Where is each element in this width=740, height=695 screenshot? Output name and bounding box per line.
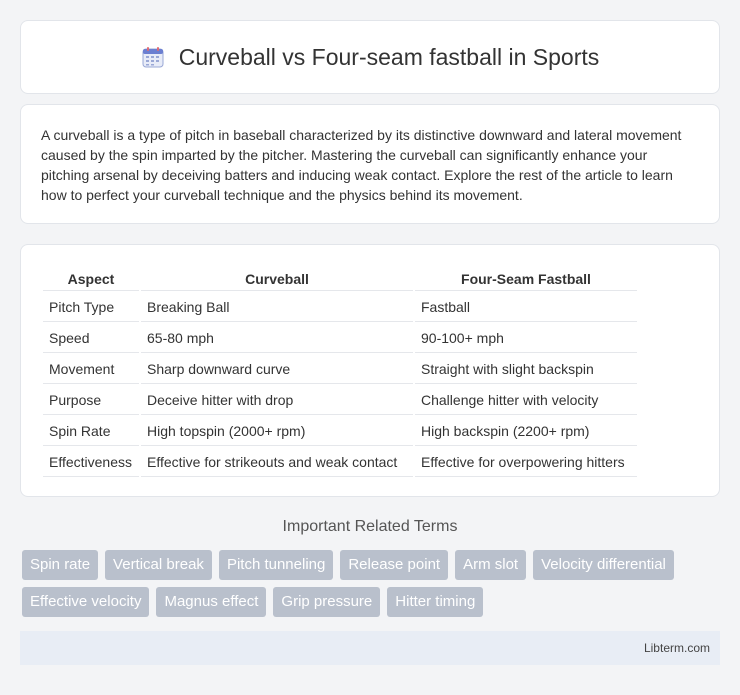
column-header: Curveball: [141, 267, 413, 291]
term-tag[interactable]: Velocity differential: [533, 550, 674, 580]
term-tag[interactable]: Arm slot: [455, 550, 527, 580]
table-row: Pitch Type Breaking Ball Fastball: [43, 293, 637, 322]
intro-text: A curveball is a type of pitch in baseba…: [41, 127, 682, 203]
term-tag[interactable]: Hitter timing: [387, 587, 484, 617]
term-tag[interactable]: Spin rate: [22, 550, 99, 580]
table-cell: Speed: [43, 324, 139, 353]
table-cell: Effective for overpowering hitters: [415, 448, 637, 477]
table-cell: Movement: [43, 355, 139, 384]
table-row: Movement Sharp downward curve Straight w…: [43, 355, 637, 384]
term-tag[interactable]: Effective velocity: [22, 587, 150, 617]
table-row: Spin Rate High topspin (2000+ rpm) High …: [43, 417, 637, 446]
table-cell: Fastball: [415, 293, 637, 322]
table-cell: Sharp downward curve: [141, 355, 413, 384]
table-cell: High backspin (2200+ rpm): [415, 417, 637, 446]
table-row: Effectiveness Effective for strikeouts a…: [43, 448, 637, 477]
term-tag[interactable]: Pitch tunneling: [218, 550, 334, 580]
table-cell: High topspin (2000+ rpm): [141, 417, 413, 446]
table-cell: Challenge hitter with velocity: [415, 386, 637, 415]
comparison-table-card: Aspect Curveball Four-Seam Fastball Pitc…: [20, 244, 720, 497]
calendar-icon: [141, 45, 165, 69]
footer-site-link[interactable]: Libterm.com: [644, 641, 710, 655]
footer: Libterm.com: [20, 631, 720, 665]
table-cell: Straight with slight backspin: [415, 355, 637, 384]
related-terms-title: Important Related Terms: [282, 518, 458, 535]
table-cell: Purpose: [43, 386, 139, 415]
table-row: Speed 65-80 mph 90-100+ mph: [43, 324, 637, 353]
term-tag[interactable]: Grip pressure: [273, 587, 381, 617]
comparison-table: Aspect Curveball Four-Seam Fastball Pitc…: [41, 265, 639, 479]
table-cell: Pitch Type: [43, 293, 139, 322]
term-tag[interactable]: Magnus effect: [156, 587, 267, 617]
related-terms-list: Spin rate Vertical break Pitch tunneling…: [22, 550, 722, 617]
page-title: Curveball vs Four-seam fastball in Sport…: [178, 43, 600, 70]
table-cell: 90-100+ mph: [415, 324, 637, 353]
table-cell: 65-80 mph: [141, 324, 413, 353]
column-header: Aspect: [43, 267, 139, 291]
intro-card: A curveball is a type of pitch in baseba…: [20, 104, 720, 224]
column-header: Four-Seam Fastball: [415, 267, 637, 291]
table-row: Purpose Deceive hitter with drop Challen…: [43, 386, 637, 415]
table-header-row: Aspect Curveball Four-Seam Fastball: [43, 267, 637, 291]
term-tag[interactable]: Vertical break: [105, 550, 212, 580]
term-tag[interactable]: Release point: [340, 550, 449, 580]
table-cell: Deceive hitter with drop: [141, 386, 413, 415]
table-cell: Effective for strikeouts and weak contac…: [141, 448, 413, 477]
table-cell: Spin Rate: [43, 417, 139, 446]
title-card: Curveball vs Four-seam fastball in Sport…: [20, 20, 720, 94]
table-cell: Breaking Ball: [141, 293, 413, 322]
table-cell: Effectiveness: [43, 448, 139, 477]
